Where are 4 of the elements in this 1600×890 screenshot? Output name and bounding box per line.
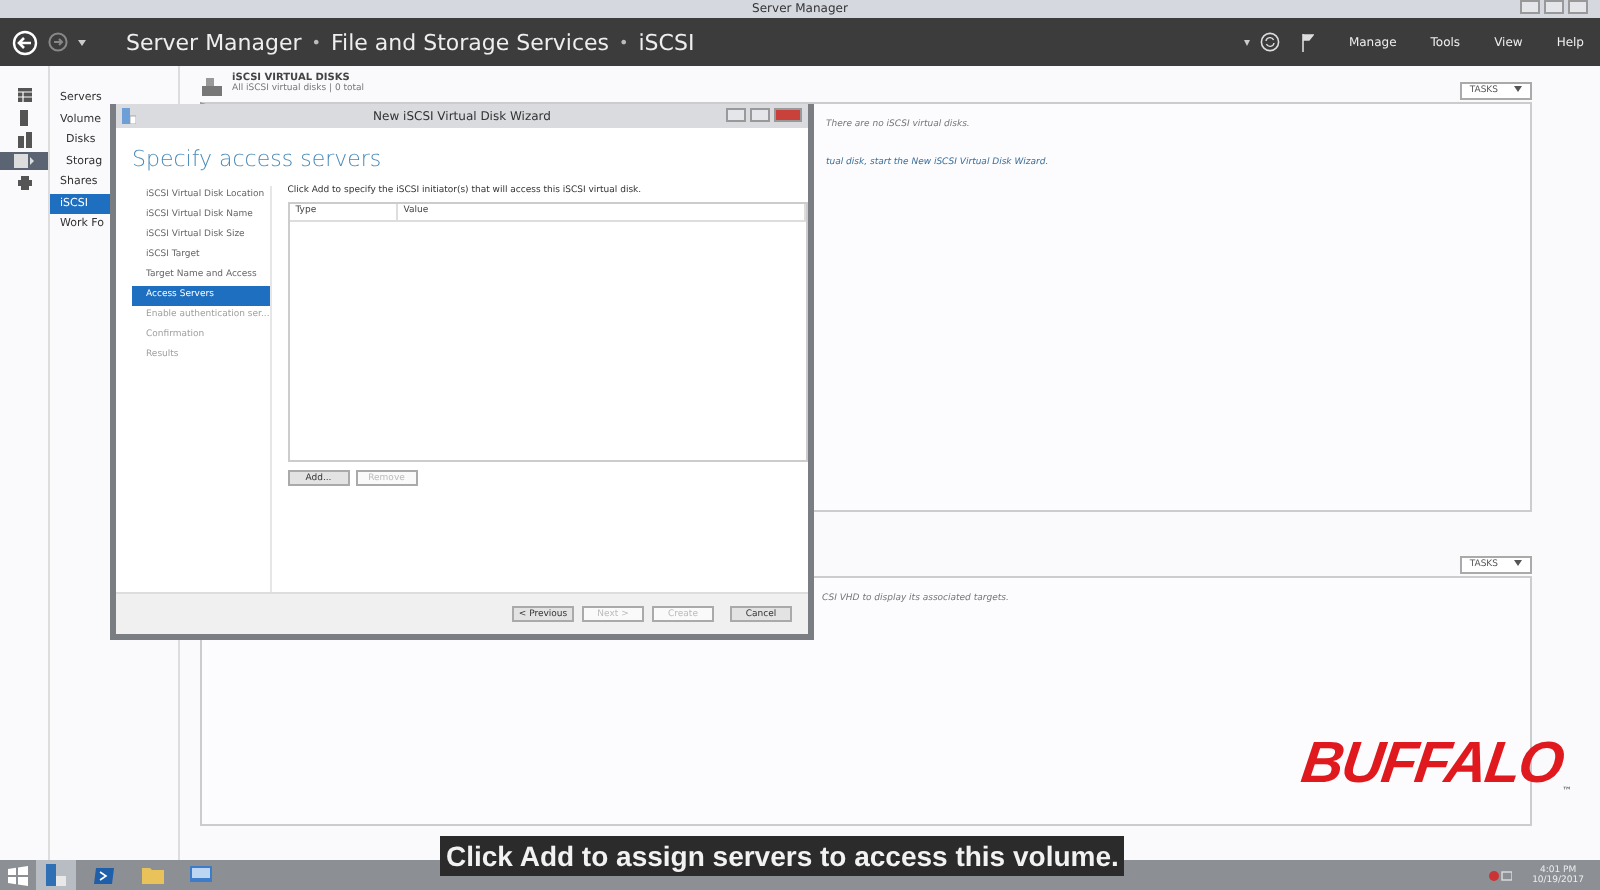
video-caption: Click Add to assign servers to access this volume.	[440, 836, 1125, 876]
breadcrumb-separator: •	[311, 33, 322, 51]
breadcrumb-separator: •	[619, 33, 629, 51]
wizard-heading: Specify access servers	[130, 144, 384, 176]
